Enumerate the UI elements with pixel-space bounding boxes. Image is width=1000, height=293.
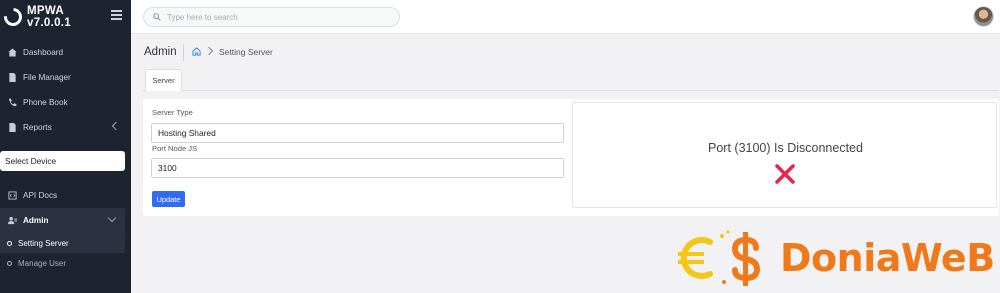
avatar[interactable] [973, 6, 994, 27]
title-divider [183, 44, 184, 61]
x-mark-icon [775, 164, 795, 184]
watermark-logo-icon [678, 230, 761, 286]
sidebar-item-dashboard[interactable]: Dashboard [0, 40, 131, 65]
code-icon [8, 191, 17, 200]
menu-toggle-icon[interactable] [111, 10, 122, 20]
breadcrumb-current: Setting Server [219, 47, 273, 57]
chevron-right-icon [204, 46, 214, 56]
device-select[interactable]: Select Device [0, 151, 125, 171]
app-logo-icon [0, 4, 26, 30]
app-name: MPWA v7.0.0.1 [27, 5, 71, 29]
dashboard-icon [8, 48, 17, 57]
home-icon[interactable] [192, 47, 201, 56]
sidebar-item-label: Reports [23, 123, 52, 132]
topbar [131, 0, 1000, 34]
search-icon [153, 13, 161, 21]
chevron-left-icon [111, 121, 121, 131]
phone-icon [8, 98, 17, 107]
server-settings-card: Server Type Port Node JS Update Port (31… [143, 99, 999, 216]
connection-status-text: Port (3100) Is Disconnected [708, 141, 863, 155]
port-field[interactable] [151, 158, 564, 178]
app-name-line1: MPWA [27, 5, 64, 17]
search-box[interactable] [143, 7, 400, 27]
sidebar-item-api-docs[interactable]: API Docs [0, 183, 131, 208]
sidebar-item-label: Phone Book [23, 98, 68, 107]
server-type-label: Server Type [152, 108, 193, 117]
tabs-divider [143, 90, 999, 91]
sidebar-item-phone-book[interactable]: Phone Book [0, 90, 131, 115]
sidebar-item-admin[interactable]: Admin [0, 208, 125, 233]
chevron-down-icon [107, 213, 117, 223]
sidebar-item-file-manager[interactable]: File Manager [0, 65, 131, 90]
watermark-text: DoniaWeB [780, 236, 995, 280]
search-input[interactable] [167, 12, 387, 22]
file-icon [8, 73, 17, 82]
sidebar-item-label: File Manager [23, 73, 71, 82]
sidebar: MPWA v7.0.0.1 Dashboard File Manager Pho… [0, 0, 131, 293]
users-cog-icon [8, 216, 17, 225]
sidebar-nav-secondary: API Docs Admin Setting Server Manage Use… [0, 183, 131, 273]
sidebar-item-reports[interactable]: Reports [0, 115, 131, 140]
server-type-field[interactable] [151, 123, 564, 143]
sidebar-subitem-manage-user[interactable]: Manage User [0, 253, 131, 273]
circle-icon [7, 260, 12, 266]
app-version: v7.0.0.1 [27, 17, 71, 29]
sidebar-subitem-label: Setting Server [18, 238, 69, 248]
page-title: Admin [144, 46, 177, 58]
connection-status-panel: Port (3100) Is Disconnected [572, 102, 997, 208]
reports-icon [8, 123, 17, 132]
port-label: Port Node JS [152, 144, 198, 153]
circle-icon [7, 240, 12, 246]
sidebar-item-label: Dashboard [23, 48, 64, 57]
sidebar-subitem-setting-server[interactable]: Setting Server [0, 233, 125, 253]
tab-server[interactable]: Server [145, 69, 182, 91]
sidebar-nav: Dashboard File Manager Phone Book Report… [0, 40, 131, 140]
sidebar-subitem-label: Manage User [18, 258, 67, 268]
sidebar-item-label: API Docs [23, 191, 58, 200]
watermark: DoniaWeB [672, 228, 998, 290]
sidebar-item-label: Admin [23, 216, 49, 225]
update-button[interactable]: Update [152, 191, 185, 207]
